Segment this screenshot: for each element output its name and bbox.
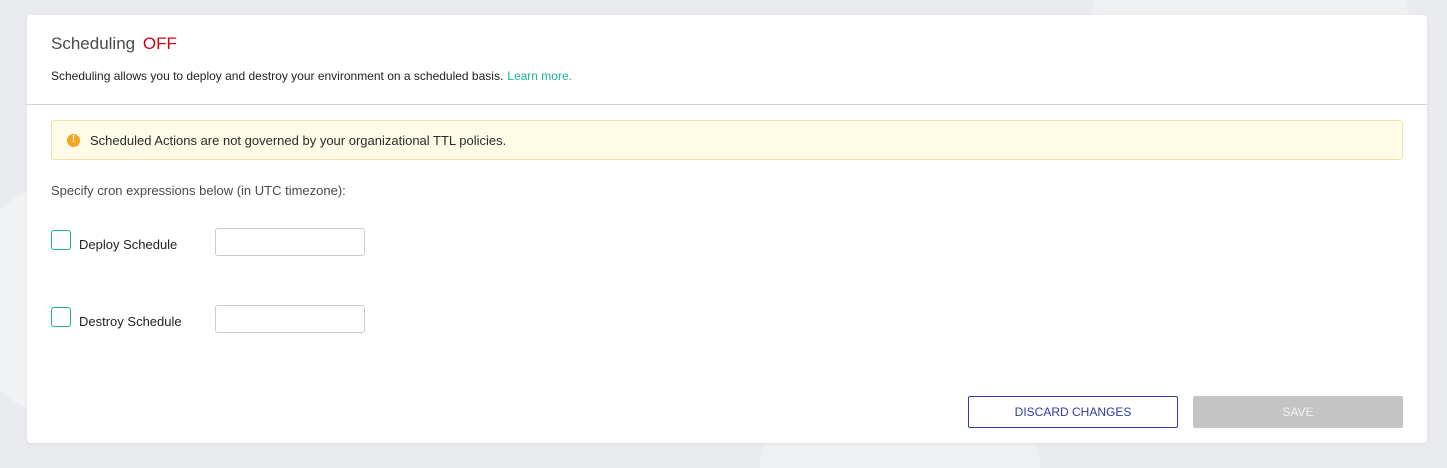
deploy-schedule-checkbox[interactable] bbox=[51, 229, 71, 250]
destroy-schedule-label: Destroy Schedule bbox=[79, 313, 182, 329]
warning-icon: ! bbox=[67, 133, 80, 147]
title-text: Scheduling bbox=[51, 34, 136, 53]
alert-text: Scheduled Actions are not governed by yo… bbox=[90, 132, 507, 148]
destroy-schedule-checkbox[interactable] bbox=[51, 306, 71, 327]
deploy-schedule-row: Deploy Schedule bbox=[51, 228, 365, 256]
deploy-schedule-input[interactable] bbox=[215, 228, 365, 256]
destroy-schedule-row: Destroy Schedule bbox=[51, 305, 365, 333]
destroy-schedule-input[interactable] bbox=[215, 305, 365, 333]
divider bbox=[27, 104, 1427, 105]
scheduling-status: OFF bbox=[142, 34, 177, 53]
page-title: Scheduling OFF bbox=[51, 34, 177, 54]
save-button[interactable]: SAVE bbox=[1193, 396, 1403, 428]
scheduling-description: Scheduling allows you to deploy and dest… bbox=[51, 69, 572, 83]
learn-more-link[interactable]: Learn more. bbox=[507, 69, 572, 83]
scheduling-card: Scheduling OFF Scheduling allows you to … bbox=[27, 15, 1427, 443]
discard-changes-button[interactable]: DISCARD CHANGES bbox=[968, 396, 1178, 428]
deploy-schedule-label: Deploy Schedule bbox=[79, 236, 178, 252]
ttl-warning-alert: ! Scheduled Actions are not governed by … bbox=[51, 120, 1403, 160]
cron-instructions: Specify cron expressions below (in UTC t… bbox=[51, 183, 346, 198]
description-text: Scheduling allows you to deploy and dest… bbox=[51, 69, 504, 83]
